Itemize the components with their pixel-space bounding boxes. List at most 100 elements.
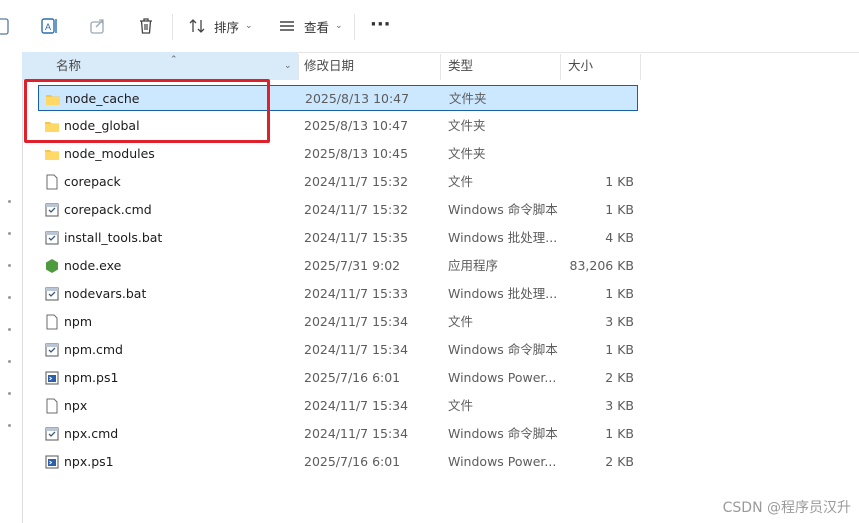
column-divider[interactable] [560,54,561,80]
file-size: 3 KB [605,398,634,413]
file-row[interactable]: npx 2024/11/7 15:34 文件 3 KB [38,393,638,419]
file-row[interactable]: npm 2024/11/7 15:34 文件 3 KB [38,309,638,335]
toolbar-divider [172,14,173,40]
file-row[interactable]: node_cache 2025/8/13 10:47 文件夹 [38,85,638,111]
script-icon [44,202,60,218]
file-name: node.exe [64,258,122,273]
file-row[interactable]: corepack.cmd 2024/11/7 15:32 Windows 命令脚本 1… [38,197,638,223]
more-icon: ··· [370,13,391,35]
more-button[interactable]: ··· [370,12,391,36]
trash-icon [140,18,152,34]
file-size: 3 KB [605,314,634,329]
file-date: 2025/7/16 6:01 [304,370,401,385]
powershell-icon [44,370,60,386]
rename-button[interactable]: A [40,14,60,38]
file-row[interactable]: node.exe 2025/7/31 9:02 应用程序 83,206 KB [38,253,638,279]
rail-marker [8,232,11,235]
view-label: 查看 [304,19,330,35]
file-date: 2025/7/16 6:01 [304,454,401,469]
file-name: nodevars.bat [64,286,147,301]
file-name: npx.ps1 [64,454,114,469]
script-icon [44,342,60,358]
view-button[interactable]: 查看 ⌄ [278,14,343,38]
nodejs-icon [44,258,60,274]
toolbar-divider [354,14,355,40]
file-name: npm.cmd [64,342,123,357]
file-name: corepack [64,174,121,189]
file-type: 文件 [448,314,474,329]
file-type: Windows 命令脚本 [448,202,558,217]
file-name: npm.ps1 [64,370,119,385]
file-size: 1 KB [605,342,634,357]
share-button[interactable] [88,14,108,38]
column-header-type-label: 类型 [448,58,474,73]
file-date: 2024/11/7 15:34 [304,342,409,357]
file-type: Windows 批处理... [448,230,558,245]
file-icon [44,174,60,190]
chevron-down-icon[interactable]: ⌄ [284,52,292,80]
file-name: install_tools.bat [64,230,163,245]
file-size: 1 KB [605,286,634,301]
file-name: npx.cmd [64,426,119,441]
view-icon [280,21,294,31]
file-row[interactable]: node_modules 2025/8/13 10:45 文件夹 [38,141,638,167]
file-icon [44,314,60,330]
column-header-date[interactable]: 修改日期 [304,52,440,80]
file-size: 2 KB [605,454,634,469]
file-date: 2024/11/7 15:33 [304,286,409,301]
paste-icon [0,18,9,35]
column-header-size[interactable]: 大小 [568,52,640,80]
sort-button[interactable]: 排序 ⌄ [188,14,253,38]
share-icon [90,19,104,34]
column-header-type[interactable]: 类型 [448,52,560,80]
file-row[interactable]: nodevars.bat 2024/11/7 15:33 Windows 批处理..… [38,281,638,307]
file-type: 文件夹 [448,118,486,133]
navigation-pane-edge[interactable] [0,52,23,523]
sort-icon [189,19,205,33]
file-type: Windows 批处理... [448,286,558,301]
file-name: npx [64,398,88,413]
file-type: Windows 命令脚本 [448,426,558,441]
watermark: CSDN @程序员汉升 [722,500,851,516]
file-row[interactable]: corepack 2024/11/7 15:32 文件 1 KB [38,169,638,195]
rail-marker [8,360,11,363]
rail-marker [8,328,11,331]
script-icon [44,426,60,442]
paste-button[interactable] [0,14,10,38]
file-row[interactable]: install_tools.bat 2024/11/7 15:35 Windows … [38,225,638,251]
column-divider[interactable] [640,54,641,80]
column-header-row: ⌃ 名称 ⌄ 修改日期 类型 大小 [22,52,642,80]
file-row[interactable]: npm.cmd 2024/11/7 15:34 Windows 命令脚本 1 KB [38,337,638,363]
rail-marker [8,200,11,203]
rail-marker [8,296,11,299]
file-name: npm [64,314,93,329]
file-row[interactable]: npx.cmd 2024/11/7 15:34 Windows 命令脚本 1 KB [38,421,638,447]
script-icon [44,286,60,302]
svg-text:A: A [45,22,51,32]
column-header-name[interactable]: ⌃ 名称 ⌄ [22,52,298,80]
file-size: 1 KB [605,426,634,441]
file-row[interactable]: node_global 2025/8/13 10:47 文件夹 [38,113,638,139]
file-name: node_global [64,118,140,133]
rail-marker [8,392,11,395]
file-type: 文件 [448,398,474,413]
file-row[interactable]: npx.ps1 2025/7/16 6:01 Windows Power... 2 K… [38,449,638,475]
rail-marker [8,424,11,427]
file-date: 2024/11/7 15:32 [304,202,409,217]
file-type: 应用程序 [448,258,499,273]
column-divider[interactable] [440,54,441,80]
file-date: 2024/11/7 15:35 [304,230,409,245]
file-date: 2025/8/13 10:45 [304,146,409,161]
column-header-size-label: 大小 [568,58,594,73]
file-row[interactable]: npm.ps1 2025/7/16 6:01 Windows Power... 2 K… [38,365,638,391]
script-icon [44,230,60,246]
rename-icon: A [41,18,57,34]
sort-label: 排序 [214,19,240,35]
file-type: Windows 命令脚本 [448,342,558,357]
file-type: 文件 [448,174,474,189]
file-type: Windows Power... [448,370,557,385]
column-divider[interactable] [298,54,299,80]
delete-button[interactable] [136,14,156,38]
file-date: 2024/11/7 15:32 [304,174,409,189]
folder-icon [44,118,60,134]
